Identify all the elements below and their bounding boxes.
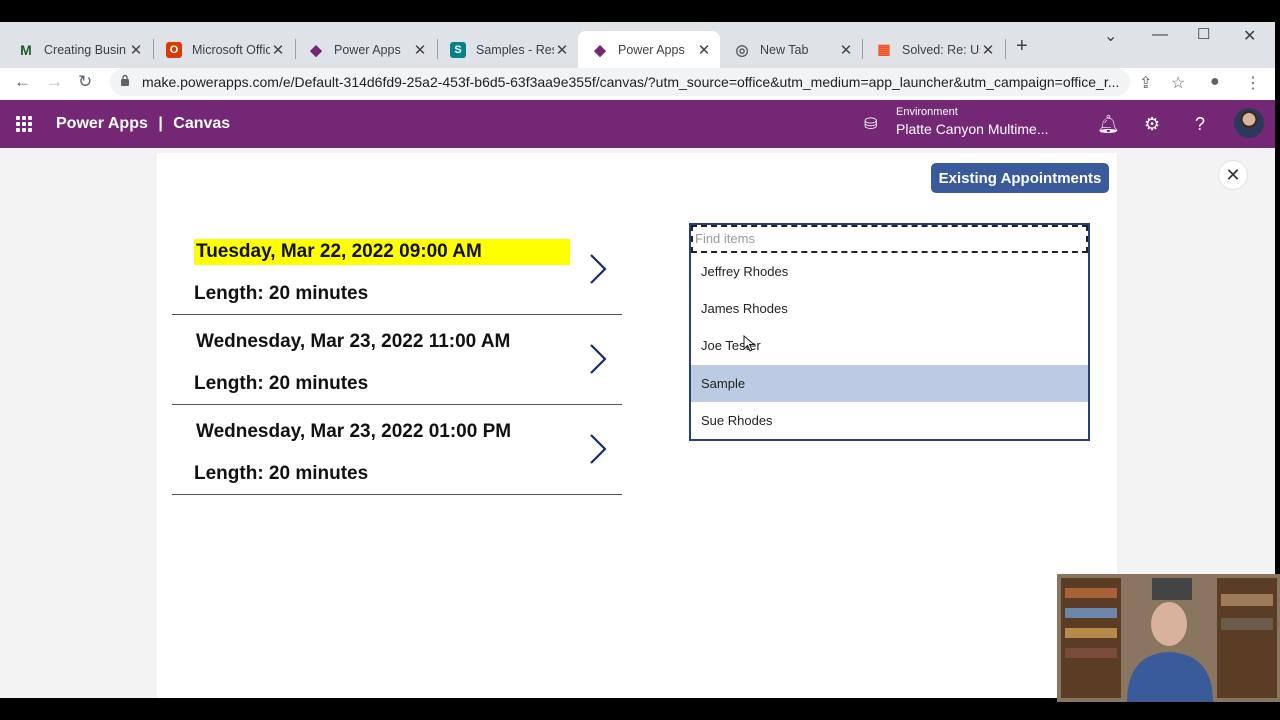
tab-microsoft-office[interactable]: O Microsoft Offic ✕ [152, 31, 294, 68]
appointment-length: Length: 20 minutes [194, 283, 369, 304]
share-icon[interactable]: ⇪ [1139, 73, 1152, 93]
tab-title: New Tab [760, 42, 809, 57]
appointment-datetime: Wednesday, Mar 23, 2022 11:00 AM [196, 331, 511, 352]
appointment-item[interactable]: Wednesday, Mar 23, 2022 11:00 AM Length:… [172, 315, 622, 405]
microsoft-logo-icon: ▦ [877, 41, 891, 57]
maximize-icon[interactable]: ☐ [1197, 25, 1210, 43]
tab-title: Creating Busin [44, 42, 126, 57]
powerapps-logo-icon: ◆ [594, 41, 606, 59]
tab-title: Samples - Res [476, 42, 554, 57]
new-tab-icon[interactable]: + [1016, 35, 1028, 58]
minimize-icon[interactable]: — [1152, 26, 1168, 44]
help-icon[interactable]: ? [1195, 114, 1205, 135]
url-text: make.powerapps.com/e/Default-314d6fd9-25… [142, 74, 1120, 90]
chevron-right-icon[interactable] [588, 433, 608, 465]
lock-icon [121, 74, 129, 86]
environment-icon[interactable]: ⛁ [864, 114, 877, 134]
find-items-input[interactable]: Find items [691, 225, 1088, 253]
combo-option[interactable]: Sue Rhodes [691, 402, 1088, 439]
webcam-image [1057, 574, 1280, 702]
chrome-logo-icon: ◎ [735, 41, 749, 59]
close-icon[interactable]: ✕ [980, 41, 996, 59]
close-window-icon[interactable]: ✕ [1243, 26, 1256, 46]
screen: M Creating Busin ✕ O Microsoft Offic ✕ ◆… [0, 0, 1280, 720]
chevron-right-icon[interactable] [588, 253, 608, 285]
tab-search-chevron-icon[interactable]: ⌄ [1104, 26, 1117, 46]
close-icon[interactable]: ✕ [412, 41, 428, 59]
combo-option[interactable]: Jeffrey Rhodes [691, 253, 1088, 290]
tab-power-apps-1[interactable]: ◆ Power Apps ✕ [294, 31, 436, 68]
webcam-overlay [1057, 574, 1280, 702]
appointment-datetime: Wednesday, Mar 23, 2022 01:00 PM [196, 421, 512, 442]
mouse-pointer-icon [743, 335, 756, 352]
app-canvas: Existing Appointments Tuesday, Mar 22, 2… [157, 153, 1117, 698]
reload-icon[interactable]: ↻ [78, 72, 92, 92]
back-icon[interactable]: ← [14, 72, 31, 92]
appointment-length: Length: 20 minutes [194, 463, 369, 484]
existing-appointments-button[interactable]: Existing Appointments [931, 163, 1109, 193]
address-toolbar: ← → ↻ make.powerapps.com/e/Default-314d6… [0, 68, 1275, 100]
tab-title: Solved: Re: Usi [902, 42, 980, 57]
app-name: Power Apps [56, 115, 148, 132]
address-bar[interactable]: make.powerapps.com/e/Default-314d6fd9-25… [110, 68, 1130, 96]
close-icon[interactable]: ✕ [270, 41, 286, 59]
chevron-right-icon[interactable] [588, 343, 608, 375]
tab-title: Microsoft Offic [192, 42, 270, 57]
tab-solved[interactable]: ▦ Solved: Re: Usi ✕ [862, 31, 1004, 68]
combo-option-selected[interactable]: Sample [691, 365, 1088, 402]
tab-power-apps-active[interactable]: ◆ Power Apps ✕ [578, 31, 720, 68]
avatar[interactable] [1234, 108, 1264, 138]
app-launcher-icon[interactable] [16, 116, 32, 132]
forward-icon[interactable]: → [46, 72, 63, 92]
more-menu-icon[interactable]: ⋮ [1245, 73, 1261, 93]
m-logo-icon: M [20, 41, 32, 58]
tab-new-tab[interactable]: ◎ New Tab ✕ [720, 31, 862, 68]
sharepoint-logo-icon: S [450, 41, 466, 58]
bookmark-star-icon[interactable]: ☆ [1171, 73, 1185, 93]
close-icon[interactable]: ✕ [128, 41, 144, 59]
app-section: Canvas [173, 115, 231, 132]
appointment-datetime: Tuesday, Mar 22, 2022 09:00 AM [194, 239, 570, 265]
appointment-item[interactable]: Wednesday, Mar 23, 2022 01:00 PM Length:… [172, 405, 622, 495]
tab-strip: M Creating Busin ✕ O Microsoft Offic ✕ ◆… [0, 22, 1275, 68]
tab-creating-business[interactable]: M Creating Busin ✕ [4, 31, 152, 68]
tab-separator [1005, 39, 1006, 59]
environment-label: Environment [896, 106, 958, 118]
profile-icon[interactable]: ● [1210, 73, 1220, 91]
combo-option[interactable]: James Rhodes [691, 290, 1088, 327]
appointment-item[interactable]: Tuesday, Mar 22, 2022 09:00 AM Length: 2… [172, 225, 622, 315]
close-icon[interactable]: ✕ [696, 41, 712, 59]
combo-box-dropdown[interactable]: Find items Jeffrey Rhodes James Rhodes J… [689, 223, 1090, 441]
app-header: Power Apps | Canvas ⛁ Environment Platte… [0, 100, 1275, 148]
gear-icon[interactable]: ⚙ [1144, 114, 1160, 135]
close-icon[interactable]: ✕ [1218, 160, 1248, 190]
app-title[interactable]: Power Apps | Canvas [56, 115, 230, 133]
close-icon[interactable]: ✕ [838, 41, 854, 59]
close-icon[interactable]: ✕ [554, 41, 570, 59]
office-logo-icon: O [166, 41, 182, 58]
environment-name[interactable]: Platte Canyon Multime... [896, 121, 1049, 137]
powerapps-logo-icon: ◆ [310, 41, 322, 59]
tab-title: Power Apps [334, 42, 401, 57]
tab-title: Power Apps [618, 42, 685, 57]
title-separator: | [158, 115, 163, 132]
tab-samples[interactable]: S Samples - Res ✕ [436, 31, 578, 68]
bell-icon[interactable]: 🔔︎ [1097, 114, 1120, 135]
appointment-length: Length: 20 minutes [194, 373, 369, 394]
